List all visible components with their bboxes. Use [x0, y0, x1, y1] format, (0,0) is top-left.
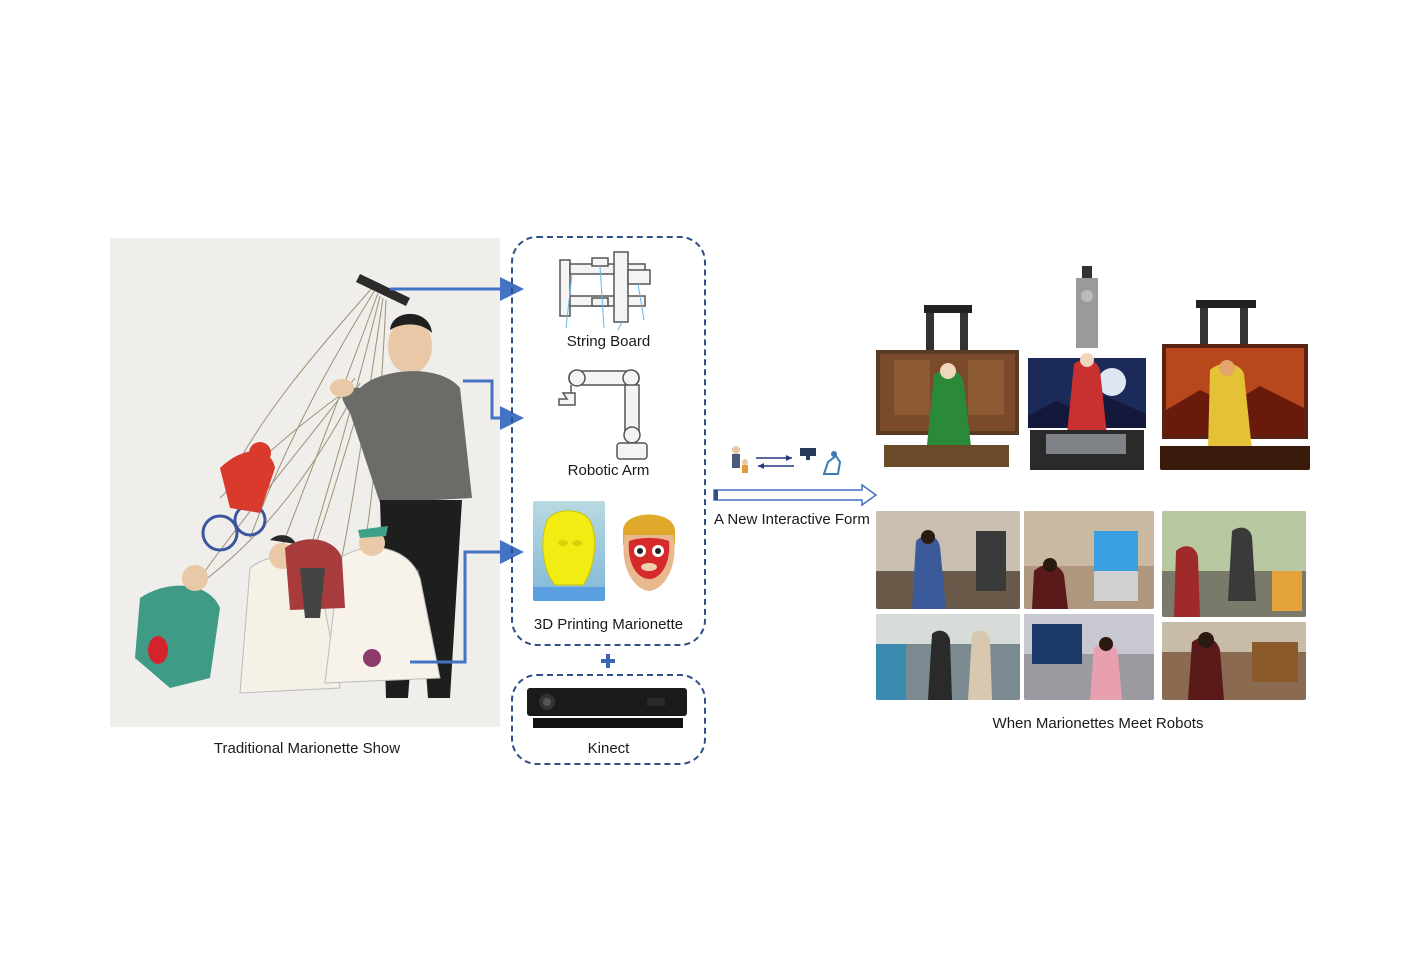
interaction-photo-1 [876, 511, 1020, 609]
interaction-photo-6 [1162, 622, 1306, 700]
yellow-3d-print-image [533, 501, 605, 601]
stage-photo-moon-puppet [1026, 266, 1148, 470]
robotic-arm-label: Robotic Arm [567, 462, 650, 479]
string-board-label: String Board [566, 333, 651, 350]
string-board-icon [559, 251, 651, 330]
stage-photo-monkey-puppet [1160, 300, 1310, 470]
interactive-form-label: A New Interactive Form [714, 511, 870, 528]
interaction-photo-2 [1024, 511, 1154, 609]
interactive-form-arrow [713, 483, 878, 507]
kinect-sensor-icon [527, 688, 687, 728]
result-caption: When Marionettes Meet Robots [992, 715, 1204, 732]
kinect-label: Kinect [587, 740, 630, 757]
interaction-photo-4 [876, 614, 1020, 700]
monkey-king-mask-image [615, 501, 683, 601]
interaction-icons [732, 446, 842, 475]
interaction-photo-5 [1024, 614, 1154, 700]
arrow-to-3d-printing [410, 540, 524, 664]
robotic-arm-icon [558, 369, 648, 460]
interaction-photo-3 [1162, 511, 1306, 617]
plus-icon [601, 654, 615, 668]
arrow-to-robotic-arm [463, 379, 524, 430]
3d-printing-label: 3D Printing Marionette [533, 616, 684, 633]
stage-photo-green-puppet [874, 305, 1019, 470]
